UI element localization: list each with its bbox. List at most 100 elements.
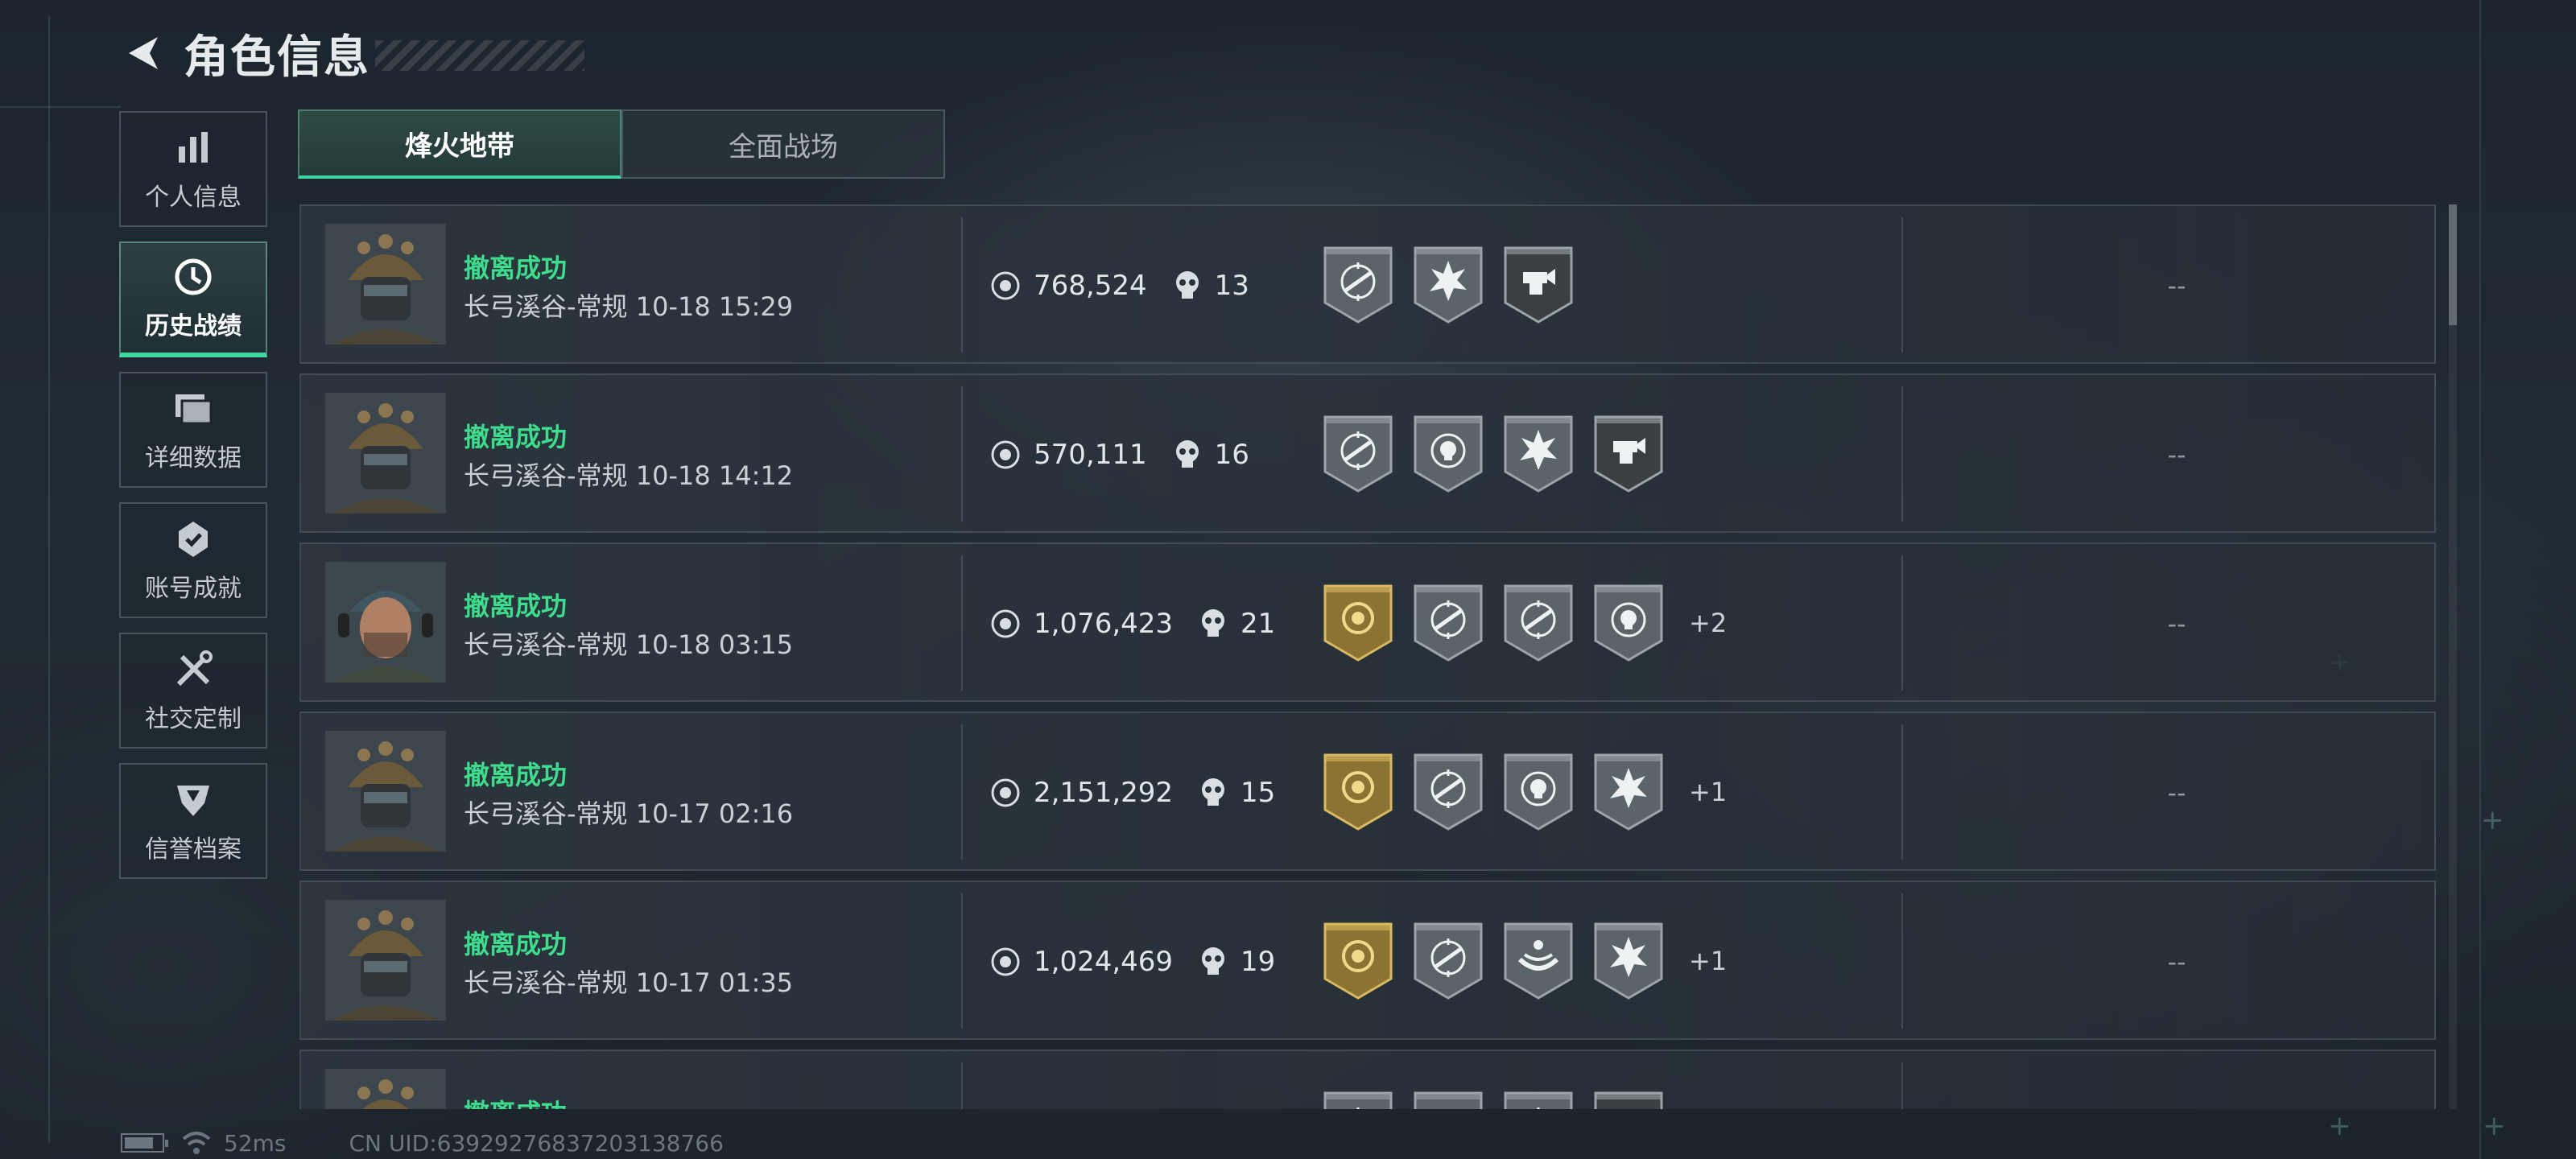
gold-coin-badge[interactable]	[1322, 921, 1394, 1001]
extraction-status: 撤离成功	[464, 760, 568, 790]
sidebar-item-personal-info[interactable]: 个人信息	[119, 111, 267, 227]
currency-icon	[991, 271, 1020, 300]
match-stats: 1,076,423 21	[990, 544, 1275, 703]
scroll-thumb[interactable]	[2449, 204, 2457, 325]
operator-avatar	[325, 562, 446, 683]
divider	[1901, 1062, 1903, 1109]
skull-target-badge[interactable]	[1502, 752, 1575, 832]
record-row[interactable]: 撤离成功 长弓溪谷-常规 10-18 14:12 570,111 16 --	[299, 373, 2436, 533]
skull-target-badge[interactable]	[1592, 583, 1665, 663]
record-row[interactable]: 撤离成功 长弓溪谷-常规 10-17 02:16 2,151,292 15 +1 --	[299, 711, 2436, 871]
gold-coin-badge[interactable]	[1322, 752, 1394, 832]
wifi-icon	[182, 1132, 211, 1154]
rifle-target-badge[interactable]	[1502, 1090, 1575, 1109]
badge-list: +1	[1322, 752, 1727, 832]
scrollbar[interactable]	[2449, 204, 2457, 1109]
hands-badge[interactable]	[1502, 921, 1575, 1001]
uid-text: CN UID:6392927683720313876​6	[349, 1129, 724, 1157]
currency-icon	[991, 609, 1020, 638]
skull-icon	[1202, 778, 1225, 806]
divider	[961, 1062, 963, 1109]
gold-coin-badge[interactable]	[1322, 583, 1394, 663]
sidebar-item-detailed-data[interactable]: 详细数据	[119, 372, 267, 488]
extraction-status: 撤离成功	[464, 591, 568, 621]
kills-text: 21	[1241, 608, 1276, 640]
result-value: --	[2167, 608, 2186, 639]
value-text: 2,151,292	[1034, 777, 1174, 809]
extra-badge-count[interactable]: +1	[1689, 946, 1727, 976]
match-stats: 2,151,292 15	[990, 713, 1275, 872]
sidebar: 个人信息 历史战绩 详细数据 账号成就 社交定制 信誉档案	[119, 111, 267, 893]
sidebar-item-label: 历史战绩	[145, 312, 242, 340]
extraction-status: 撤离成功	[464, 929, 568, 959]
value-text: 1,024,469	[1034, 946, 1174, 978]
tab-hazard-zone[interactable]: 烽火地带	[298, 109, 621, 179]
currency-icon	[991, 778, 1020, 807]
rifle-target-badge[interactable]	[1412, 583, 1484, 663]
kills-text: 16	[1214, 439, 1249, 471]
sidebar-item-social-custom[interactable]: 社交定制	[119, 633, 267, 749]
weapon-hand-badge[interactable]	[1592, 414, 1665, 494]
weapon-hand-badge[interactable]	[1502, 245, 1575, 325]
match-detail: 长弓溪谷-常规 10-18 03:15	[464, 629, 794, 660]
sidebar-item-reputation[interactable]: 信誉档案	[119, 763, 267, 879]
kills-text: 13	[1214, 270, 1249, 302]
rifle-target-badge[interactable]	[1412, 752, 1484, 832]
tools-icon	[171, 647, 216, 692]
tab-all-out-war[interactable]: 全面战场	[621, 109, 945, 179]
badge-list: +2	[1322, 583, 1727, 663]
divider	[961, 555, 963, 691]
sidebar-item-label: 账号成就	[145, 575, 242, 603]
hud-plus: +	[2481, 804, 2504, 836]
explosion-badge[interactable]	[1592, 921, 1665, 1001]
value-text: 768,524	[1034, 270, 1147, 302]
operator-avatar	[325, 393, 446, 514]
record-row[interactable]: 撤离成功长弓溪谷-常规 10-18 03:15 1,076,423 21 +2 --	[299, 542, 2436, 702]
rifle-target-badge[interactable]	[1502, 583, 1575, 663]
skull-icon	[1202, 609, 1225, 637]
match-detail: 长弓溪谷-常规 10-17 02:16	[464, 798, 794, 829]
weapon-hand-badge[interactable]	[1592, 1090, 1665, 1109]
explosion-badge[interactable]	[1412, 245, 1484, 325]
achievement-icon	[171, 517, 216, 562]
page-title: 角色信息	[184, 31, 370, 84]
divider	[961, 893, 963, 1029]
match-detail: 长弓溪谷-常规 10-18 15:29	[464, 291, 794, 322]
hud-line	[48, 16, 50, 1143]
bar-chart-icon	[171, 126, 216, 171]
status-footer: 52ms CN UID:6392927683720313876​6	[121, 1129, 724, 1157]
back-button[interactable]	[121, 31, 166, 76]
hud-plus: +	[2483, 1110, 2506, 1142]
result-value	[2112, 1051, 2241, 1109]
match-history-list[interactable]: 撤离成功 长弓溪谷-常规 10-18 15:29 768,524 13 -- 撤离成功 长弓…	[299, 204, 2436, 1109]
battery-icon	[121, 1133, 168, 1153]
badge-list	[1322, 245, 1599, 325]
extra-badge-count[interactable]: +1	[1689, 777, 1727, 807]
badge-list	[1322, 1090, 1689, 1109]
match-detail: 长弓溪谷-常规 10-17 01:35	[464, 967, 794, 998]
rifle-target-badge[interactable]	[1322, 245, 1394, 325]
sidebar-item-history[interactable]: 历史战绩	[119, 241, 267, 357]
record-row[interactable]: 撤离成功	[299, 1050, 2436, 1109]
explosion-badge[interactable]	[1502, 414, 1575, 494]
rifle-target-badge[interactable]	[1322, 414, 1394, 494]
operator-avatar	[325, 900, 446, 1021]
back-arrow-icon	[129, 37, 158, 69]
skull-target-badge[interactable]	[1412, 1090, 1484, 1109]
result-value: --	[2167, 270, 2186, 301]
sidebar-item-achievements[interactable]: 账号成就	[119, 502, 267, 618]
rifle-target-badge[interactable]	[1322, 1090, 1394, 1109]
kills-text: 15	[1241, 777, 1276, 809]
record-row[interactable]: 撤离成功 长弓溪谷-常规 10-18 15:29 768,524 13 --	[299, 204, 2436, 364]
currency-icon	[991, 440, 1020, 469]
skull-target-badge[interactable]	[1412, 414, 1484, 494]
extra-badge-count[interactable]: +2	[1689, 608, 1727, 638]
explosion-badge[interactable]	[1592, 752, 1665, 832]
rifle-target-badge[interactable]	[1412, 921, 1484, 1001]
operator-avatar	[325, 731, 446, 852]
title-decoration	[375, 40, 584, 71]
record-row[interactable]: 撤离成功 长弓溪谷-常规 10-17 01:35 1,024,469 19 +1 --	[299, 881, 2436, 1040]
divider	[1901, 724, 1903, 860]
divider	[961, 386, 963, 522]
result-value: --	[2167, 947, 2186, 977]
